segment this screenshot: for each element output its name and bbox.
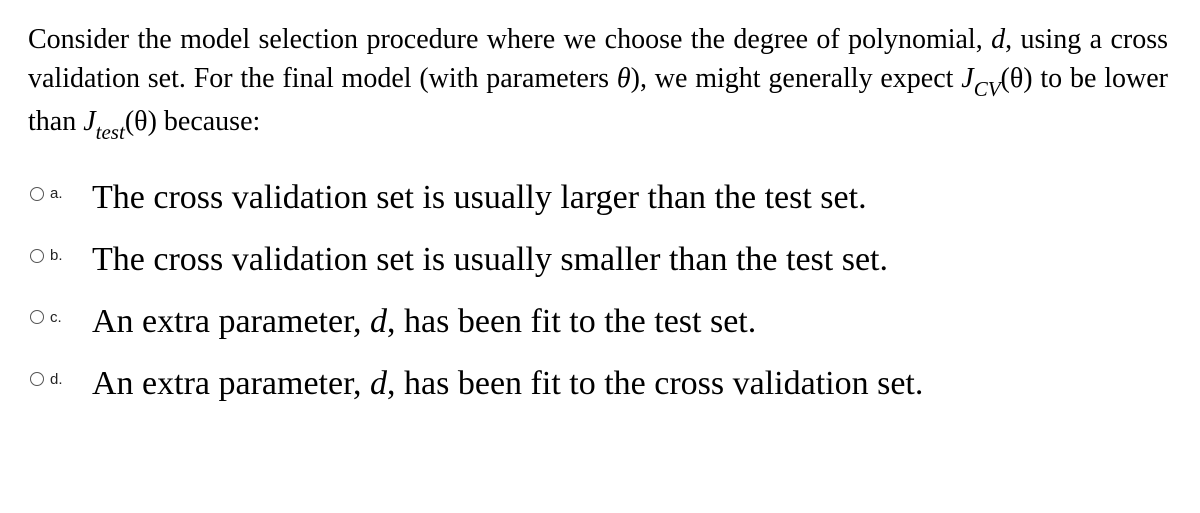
stem-jcv-arg: (θ) [1001, 63, 1033, 94]
option-row: d. An extra parameter, d, has been fit t… [30, 361, 1172, 407]
radio-circle-icon [30, 372, 44, 386]
stem-var-d: d [991, 24, 1005, 55]
options-list: a. The cross validation set is usually l… [28, 175, 1172, 407]
option-text-prefix: An extra parameter, [92, 365, 370, 402]
stem-jcv-j: J [961, 63, 973, 94]
stem-theta: θ [617, 63, 631, 94]
option-var-d: d [370, 303, 387, 340]
radio-label: a. [50, 185, 63, 202]
stem-jtest-arg: (θ) [125, 106, 157, 137]
radio-option-d[interactable]: d. [30, 361, 74, 388]
stem-text: because: [157, 106, 260, 137]
radio-label: b. [50, 247, 63, 264]
option-text-suffix: , has been fit to the cross validation s… [387, 365, 923, 402]
option-row: b. The cross validation set is usually s… [30, 237, 1172, 283]
stem-jtest-sub: test [96, 120, 125, 144]
option-row: c. An extra parameter, d, has been fit t… [30, 299, 1172, 345]
option-text-content: The cross validation set is usually smal… [92, 241, 888, 278]
radio-circle-icon [30, 310, 44, 324]
stem-text: ), we might generally expect [631, 63, 962, 94]
radio-circle-icon [30, 187, 44, 201]
radio-label: d. [50, 371, 63, 388]
question-stem: Consider the model selection procedure w… [28, 20, 1172, 145]
option-text: An extra parameter, d, has been fit to t… [92, 361, 923, 407]
option-text-prefix: An extra parameter, [92, 303, 370, 340]
radio-label: c. [50, 309, 62, 326]
option-text-suffix: , has been fit to the test set. [387, 303, 756, 340]
radio-option-a[interactable]: a. [30, 175, 74, 202]
option-var-d: d [370, 365, 387, 402]
option-text: An extra parameter, d, has been fit to t… [92, 299, 756, 345]
option-row: a. The cross validation set is usually l… [30, 175, 1172, 221]
option-text: The cross validation set is usually larg… [92, 175, 867, 221]
stem-jtest-j: J [83, 106, 95, 137]
radio-option-b[interactable]: b. [30, 237, 74, 264]
stem-text: Consider the model selection procedure w… [28, 24, 991, 55]
radio-circle-icon [30, 249, 44, 263]
radio-option-c[interactable]: c. [30, 299, 74, 326]
option-text: The cross validation set is usually smal… [92, 237, 888, 283]
stem-jcv-sub: CV [974, 77, 1001, 101]
option-text-content: The cross validation set is usually larg… [92, 179, 867, 216]
